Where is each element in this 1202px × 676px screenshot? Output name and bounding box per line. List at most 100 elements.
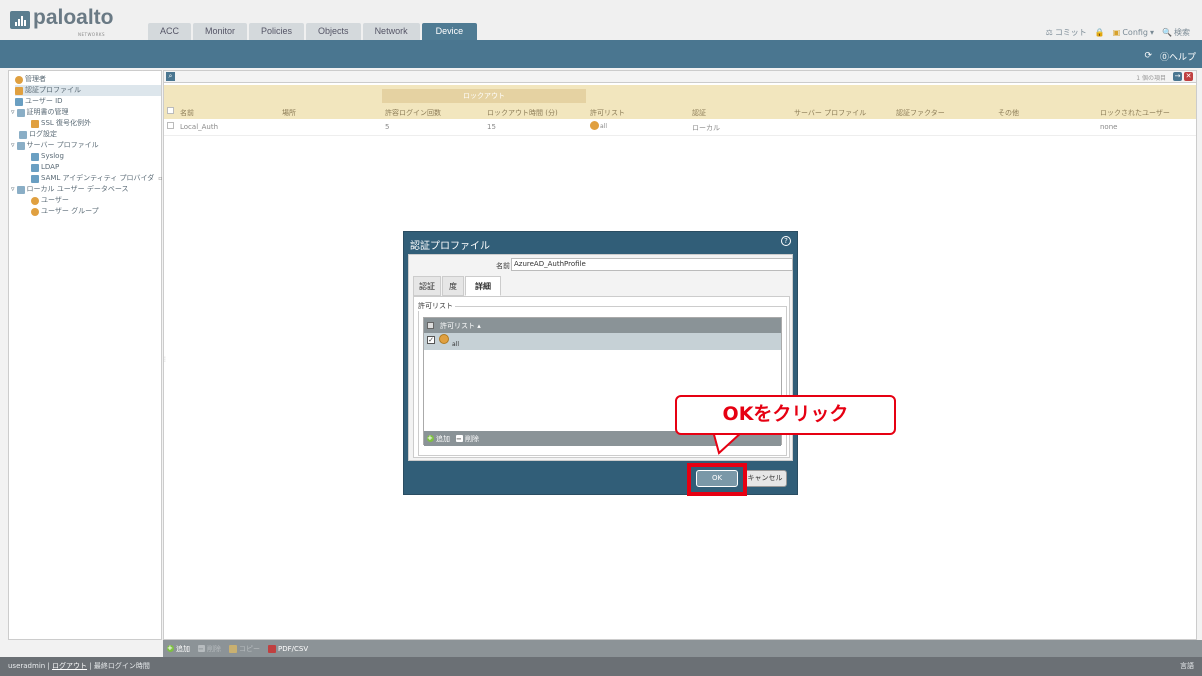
cell-lockout-time: 15 (487, 123, 496, 131)
profile-name-input[interactable]: AzureAD_AuthProfile (511, 258, 793, 271)
select-all-checkbox[interactable] (427, 322, 434, 329)
row-checkbox[interactable] (167, 122, 174, 131)
lockout-group-header: ロックアウト (382, 89, 586, 103)
config-icon: ▣ (1112, 28, 1121, 37)
status-footer: useradmin | ログアウト | 最終ログイン時間 言語 (0, 657, 1202, 676)
row-checkbox-checked[interactable]: ✓ (427, 336, 435, 344)
copy-icon (229, 644, 237, 653)
current-user: useradmin (8, 662, 46, 670)
sidebar-item-cert-mgmt[interactable]: ▿ 証明書の管理 (11, 107, 69, 118)
sidebar-item-local-user-db[interactable]: ▿ ローカル ユーザー データベース (11, 184, 128, 195)
search-link[interactable]: 🔍 検索 (1162, 27, 1190, 38)
admin-icon (15, 75, 23, 84)
config-menu[interactable]: ▣ Config ▾ (1113, 28, 1154, 37)
auth-profile-dialog: 認証プロファイル ? 名前 AzureAD_AuthProfile 認証 度 詳… (403, 231, 798, 495)
device-sidebar: 管理者 認証プロファイル ユーザー ID ▿ 証明書の管理 SSL 復号化例外 ロ… (8, 70, 162, 640)
last-login-link[interactable]: 最終ログイン時間 (94, 662, 150, 670)
sidebar-item-syslog[interactable]: Syslog (31, 151, 64, 162)
col-failed-attempts[interactable]: 許容ログイン回数 (385, 108, 441, 118)
refresh-icon[interactable]: ⟳ (1144, 51, 1152, 61)
grid-delete-button[interactable]: − 削除 (456, 434, 479, 444)
tab-acc[interactable]: ACC (148, 23, 192, 40)
clear-filter-icon[interactable]: ✕ (1184, 72, 1193, 81)
sidebar-item-saml-idp[interactable]: SAML アイデンティティ プロバイダ ▫ (31, 173, 162, 184)
brand-name: paloalto (33, 6, 114, 29)
sidebar-item-ssl-exclusion[interactable]: SSL 復号化例外 (31, 118, 91, 129)
splitter-handle[interactable]: ⋮ (162, 356, 168, 364)
col-location[interactable]: 場所 (282, 108, 296, 118)
saml-icon (31, 174, 39, 183)
filter-bar[interactable]: ⌕ 1 個の項目 → ✕ (164, 71, 1196, 83)
tab-device[interactable]: Device (421, 23, 478, 40)
tab-factors[interactable]: 度 (442, 276, 464, 296)
minus-icon: − (198, 644, 205, 653)
grid-column-allow-list[interactable]: 許可リスト ▴ (440, 321, 481, 331)
help-icon: ⓪ (1159, 53, 1169, 63)
help-link[interactable]: ⓪ヘルプ (1160, 50, 1196, 63)
tab-network[interactable]: Network (362, 23, 420, 40)
commit-link[interactable]: ⚖ コミット (1046, 27, 1087, 38)
tab-objects[interactable]: Objects (306, 23, 361, 40)
sidebar-item-log-settings[interactable]: ログ設定 (19, 129, 57, 140)
sidebar-item-admins[interactable]: 管理者 (15, 74, 46, 85)
grid-add-button[interactable]: + 追加 (427, 434, 450, 444)
list-item[interactable]: ✓ all (424, 333, 781, 350)
expand-icon: ▿ (11, 185, 15, 193)
sidebar-item-user-id[interactable]: ユーザー ID (15, 96, 63, 107)
copy-button[interactable]: コピー (229, 644, 260, 654)
allow-list-legend: 許可リスト (418, 301, 455, 311)
tab-policies[interactable]: Policies (249, 23, 305, 40)
search-icon[interactable]: ⌕ (166, 72, 175, 81)
sidebar-item-ldap[interactable]: LDAP (31, 162, 59, 173)
sidebar-item-auth-profile[interactable]: 認証プロファイル (15, 85, 161, 96)
plus-icon: + (427, 434, 434, 442)
delete-button[interactable]: − 削除 (198, 644, 221, 654)
sidebar-item-user-groups[interactable]: ユーザー グループ (31, 206, 99, 217)
cancel-button[interactable]: キャンセル (743, 470, 787, 487)
sort-up-icon: ▴ (477, 322, 481, 330)
syslog-icon (31, 152, 39, 161)
chevron-down-icon: ▾ (1150, 28, 1155, 37)
top-links: ⚖ コミット 🔒 ▣ Config ▾ 🔍 検索 (1046, 27, 1190, 38)
col-allow-list[interactable]: 許可リスト (590, 108, 625, 118)
commit-icon: ⚖ (1045, 28, 1053, 37)
row-divider (164, 135, 1196, 136)
col-auth-factor[interactable]: 認証ファクター (896, 108, 945, 118)
user-group-icon (31, 207, 39, 216)
tab-monitor[interactable]: Monitor (193, 23, 248, 40)
search-icon: 🔍 (1162, 28, 1172, 37)
col-locked-users[interactable]: ロックされたユーザー (1100, 108, 1170, 118)
lock-icon[interactable]: 🔒 (1095, 28, 1105, 37)
col-name[interactable]: 名前 (180, 108, 194, 118)
user-id-icon (15, 97, 23, 106)
col-server-profile[interactable]: サーバー プロファイル (794, 108, 866, 118)
minus-icon: − (456, 434, 463, 443)
col-lockout-time[interactable]: ロックアウト時間 (分) (487, 108, 558, 118)
tab-advanced[interactable]: 詳細 (465, 276, 501, 296)
cell-name[interactable]: Local_Auth (180, 123, 218, 131)
database-icon (16, 185, 25, 194)
select-all-checkbox[interactable] (167, 107, 174, 116)
sidebar-item-users[interactable]: ユーザー (31, 195, 69, 206)
col-auth[interactable]: 認証 (692, 108, 706, 118)
auth-profile-icon (15, 86, 23, 95)
tab-authentication[interactable]: 認証 (413, 276, 441, 296)
plus-icon: + (167, 644, 174, 652)
language-link[interactable]: 言語 (1180, 657, 1194, 676)
brand-sub: NETWORKS (78, 32, 106, 37)
name-label: 名前 (496, 262, 510, 270)
sidebar-item-server-profiles[interactable]: ▿ サーバー プロファイル (11, 140, 99, 151)
ldap-icon (31, 163, 39, 172)
col-other[interactable]: その他 (998, 108, 1019, 118)
help-icon[interactable]: ? (781, 236, 791, 246)
pdf-csv-button[interactable]: PDF/CSV (268, 644, 308, 653)
ok-highlight-box (687, 463, 747, 496)
cell-allow-list: all (590, 121, 607, 130)
add-button[interactable]: + 追加 (167, 644, 190, 654)
paloalto-logo: paloalto NETWORKS (10, 6, 114, 37)
logout-link[interactable]: ログアウト (52, 662, 87, 670)
dialog-title: 認証プロファイル (410, 241, 490, 252)
expand-icon: ▿ (11, 141, 15, 149)
user-icon (31, 196, 39, 205)
apply-filter-icon[interactable]: → (1173, 72, 1182, 81)
